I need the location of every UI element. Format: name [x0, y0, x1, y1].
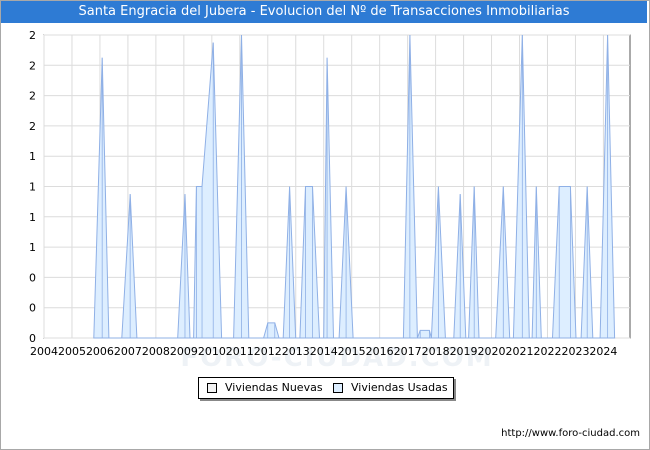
x-tick-label: 2009 [170, 345, 198, 358]
x-tick-label: 2012 [254, 345, 282, 358]
x-tick-label: 2020 [478, 345, 506, 358]
footer-url: http://www.foro-ciudad.com [501, 428, 640, 439]
x-tick-label: 2013 [282, 345, 310, 358]
x-tick-label: 2016 [366, 345, 394, 358]
legend-swatch-usadas [333, 382, 343, 393]
y-tick-label: 1 [29, 150, 36, 163]
legend: Viviendas Nuevas Viviendas Usadas [198, 377, 454, 399]
y-tick-label: 1 [29, 181, 36, 194]
x-tick-label: 2022 [533, 345, 561, 358]
x-tick-label: 2021 [506, 345, 534, 358]
legend-label-nuevas: Viviendas Nuevas [225, 381, 323, 394]
y-tick-label: 0 [29, 271, 36, 284]
x-tick-label: 2017 [394, 345, 422, 358]
x-tick-label: 2008 [142, 345, 170, 358]
x-tick-label: 2006 [86, 345, 114, 358]
x-tick-label: 2004 [30, 345, 58, 358]
y-tick-label: 2 [29, 120, 36, 133]
legend-item-viviendas-nuevas: Viviendas Nuevas [207, 381, 323, 394]
x-tick-label: 2005 [58, 345, 86, 358]
x-tick-label: 2019 [450, 345, 478, 358]
x-tick-label: 2010 [198, 345, 226, 358]
x-tick-label: 2018 [422, 345, 450, 358]
y-tick-label: 0 [29, 332, 36, 345]
legend-label-usadas: Viviendas Usadas [351, 381, 448, 394]
y-tick-label: 1 [29, 211, 36, 224]
y-tick-label: 2 [29, 29, 36, 42]
y-axis: 0 0 0 1 1 1 1 2 2 2 2 [29, 29, 36, 345]
x-tick-label: 2024 [589, 345, 617, 358]
x-axis: 2004 2005 2006 2007 2008 2009 2010 2011 2012 2013… [30, 345, 617, 358]
x-tick-label: 2023 [561, 345, 589, 358]
y-tick-label: 2 [29, 59, 36, 72]
y-tick-label: 0 [29, 302, 36, 315]
x-tick-label: 2014 [310, 345, 338, 358]
x-tick-label: 2007 [114, 345, 142, 358]
y-tick-label: 2 [29, 90, 36, 103]
x-tick-label: 2015 [338, 345, 366, 358]
x-tick-label: 2011 [226, 345, 254, 358]
legend-item-viviendas-usadas: Viviendas Usadas [333, 381, 448, 394]
y-tick-label: 1 [29, 241, 36, 254]
legend-swatch-nuevas [207, 382, 217, 393]
